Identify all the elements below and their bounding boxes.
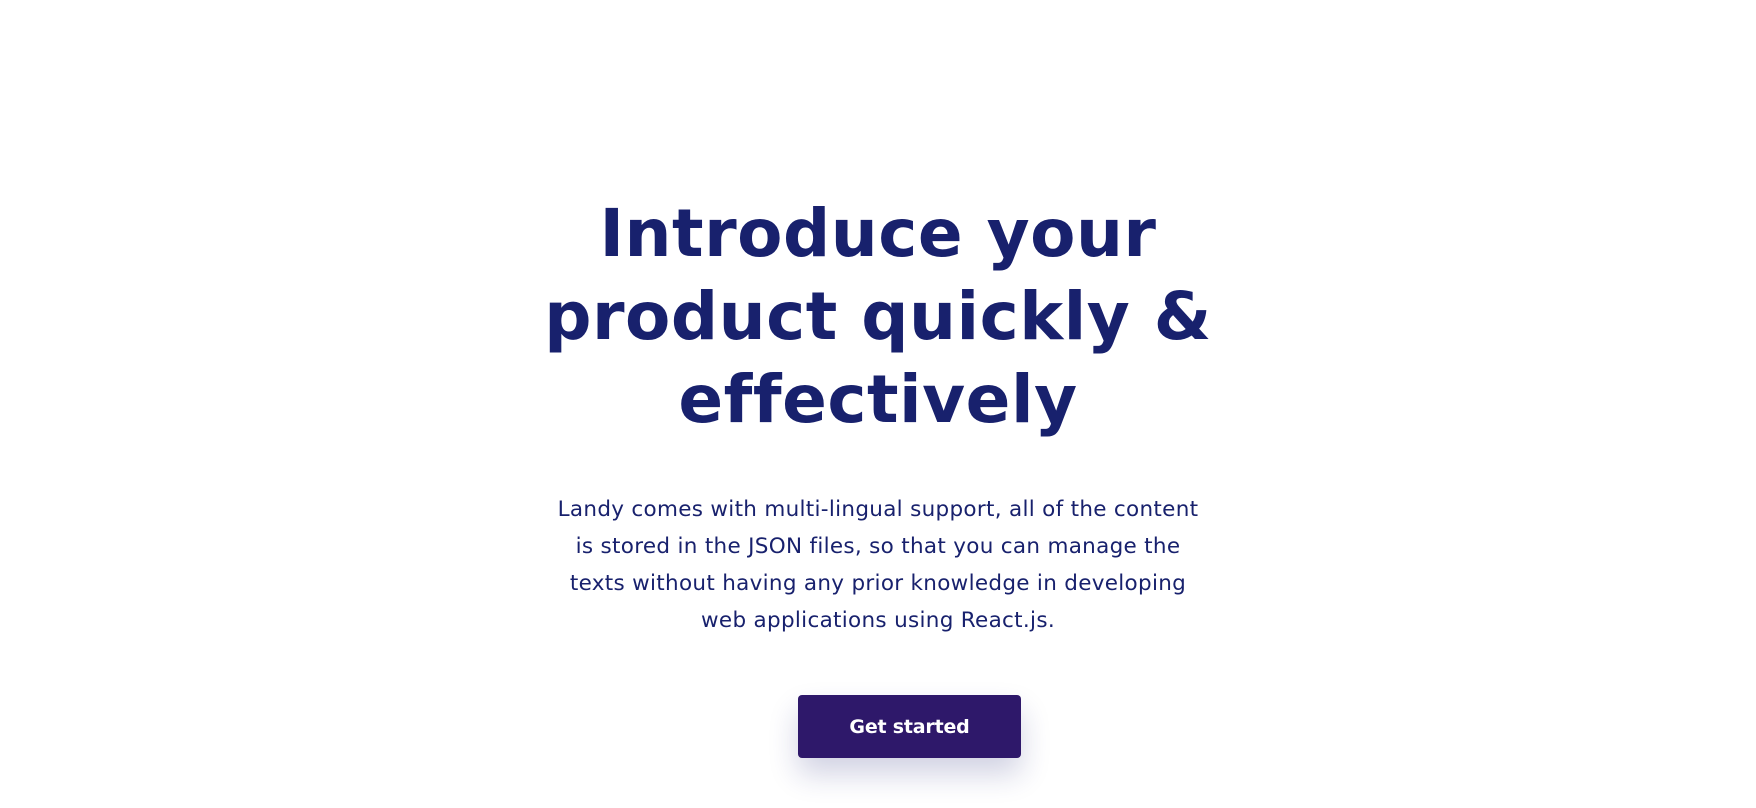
hero-title: Introduce your product quickly & effecti… [544, 195, 1212, 438]
get-started-button[interactable]: Get started [798, 695, 1021, 758]
hero-section: Introduce your product quickly & effecti… [0, 0, 1756, 808]
hero-description: Landy comes with multi-lingual support, … [557, 497, 1199, 633]
